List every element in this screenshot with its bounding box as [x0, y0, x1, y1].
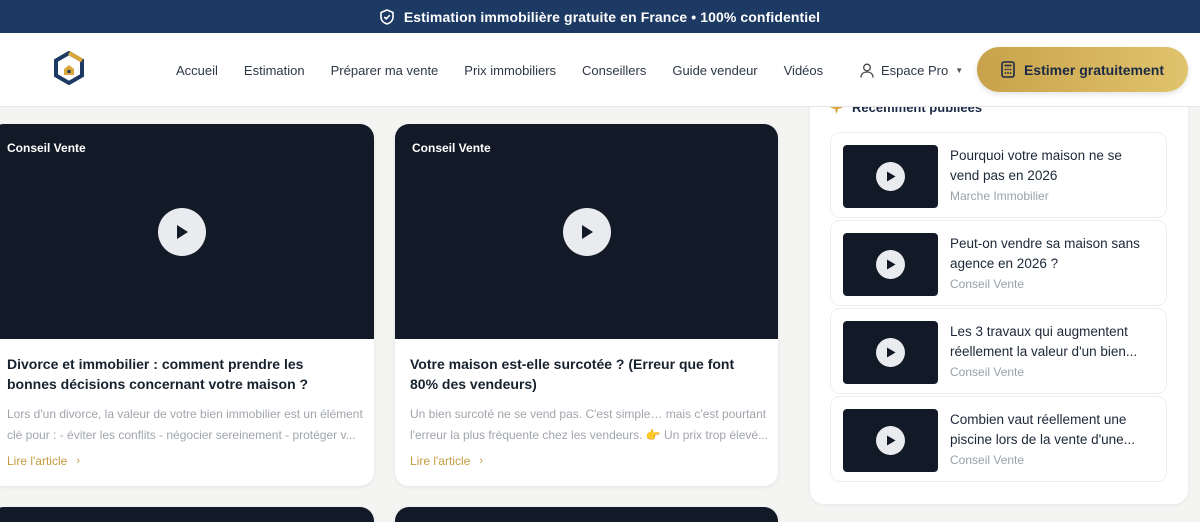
article-title[interactable]: Votre maison est-elle surcotée ? (Erreur…: [410, 354, 750, 394]
play-icon: [876, 338, 905, 367]
category-badge: Conseil Vente: [412, 141, 491, 155]
play-icon: [581, 225, 593, 239]
estimer-gratuitement-button[interactable]: Estimer gratuitement: [977, 47, 1188, 92]
recent-post-item[interactable]: Peut-on vendre sa maison sans agence en 2…: [830, 220, 1167, 306]
cta-label: Estimer gratuitement: [1023, 61, 1165, 78]
article-card[interactable]: Conseil Vente Divorce et immobilier : co…: [0, 124, 374, 486]
recent-post-title[interactable]: Peut-on vendre sa maison sans agence en 2…: [950, 234, 1160, 274]
video-thumbnail: [843, 409, 938, 472]
article-card[interactable]: [0, 507, 374, 522]
play-button[interactable]: [562, 208, 611, 256]
espace-pro-label: Espace Pro: [881, 62, 949, 78]
play-button[interactable]: [158, 208, 206, 256]
chevron-right-icon: ›: [479, 455, 483, 467]
nav-conseillers[interactable]: Conseillers: [582, 63, 646, 78]
announcement-text: Estimation immobilière gratuite en Franc…: [403, 8, 821, 25]
video-thumbnail: [843, 233, 938, 296]
nav-estimation[interactable]: Estimation: [244, 63, 305, 78]
recent-posts-sidebar: Récemment publiées Pourquoi votre maison…: [810, 70, 1188, 504]
nav-preparer-vente[interactable]: Préparer ma vente: [331, 63, 439, 78]
article-card[interactable]: [395, 507, 778, 522]
play-icon: [876, 162, 905, 191]
article-card[interactable]: Conseil Vente Votre maison est-elle surc…: [395, 124, 778, 486]
article-excerpt: Lors d'un divorce, la valeur de votre bi…: [7, 407, 363, 442]
video-player[interactable]: [0, 507, 374, 522]
article-excerpt: Un bien surcoté ne se vend pas. C'est si…: [410, 407, 769, 442]
main-nav: Accueil Estimation Préparer ma vente Pri…: [176, 33, 849, 107]
recent-post-item[interactable]: Les 3 travaux qui augmentent réellement l…: [830, 308, 1167, 394]
recent-post-item[interactable]: Combien vaut réellement une piscine lors …: [830, 396, 1167, 482]
house-logo-icon[interactable]: [52, 51, 86, 85]
recent-post-category: Conseil Vente: [950, 277, 1025, 291]
nav-guide-vendeur[interactable]: Guide vendeur: [672, 63, 757, 78]
read-article-link[interactable]: Lire l'article ›: [410, 454, 483, 468]
play-icon: [876, 426, 905, 455]
nav-prix-immobiliers[interactable]: Prix immobiliers: [464, 63, 556, 78]
recent-post-item[interactable]: Pourquoi votre maison ne se vend pas en 2…: [830, 132, 1167, 218]
category-badge: Conseil Vente: [7, 141, 86, 155]
play-icon: [876, 250, 905, 279]
calculator-icon: [1001, 61, 1015, 78]
recent-post-title[interactable]: Pourquoi votre maison ne se vend pas en 2…: [950, 146, 1160, 186]
chevron-right-icon: ›: [76, 455, 80, 467]
site-header: Accueil Estimation Préparer ma vente Pri…: [0, 33, 1200, 107]
caret-down-icon: ▼: [955, 65, 964, 75]
top-announcement-bar: Estimation immobilière gratuite en Franc…: [0, 0, 1200, 33]
nav-videos[interactable]: Vidéos: [784, 63, 824, 78]
video-thumbnail: [843, 145, 938, 208]
nav-accueil[interactable]: Accueil: [176, 63, 218, 78]
recent-post-category: Marche Immobilier: [950, 189, 1049, 203]
read-article-link[interactable]: Lire l'article ›: [7, 454, 80, 468]
user-icon: [860, 63, 874, 78]
shield-check-icon: [380, 8, 394, 25]
recent-post-title[interactable]: Combien vaut réellement une piscine lors …: [950, 410, 1160, 450]
recent-post-title[interactable]: Les 3 travaux qui augmentent réellement l…: [950, 322, 1160, 362]
recent-post-category: Conseil Vente: [950, 453, 1025, 467]
video-thumbnail: [843, 321, 938, 384]
play-icon: [177, 225, 188, 239]
espace-pro-menu[interactable]: Espace Pro ▼: [860, 33, 963, 107]
video-player[interactable]: [395, 507, 778, 522]
article-title[interactable]: Divorce et immobilier : comment prendre …: [7, 354, 347, 394]
recent-post-category: Conseil Vente: [950, 365, 1025, 379]
